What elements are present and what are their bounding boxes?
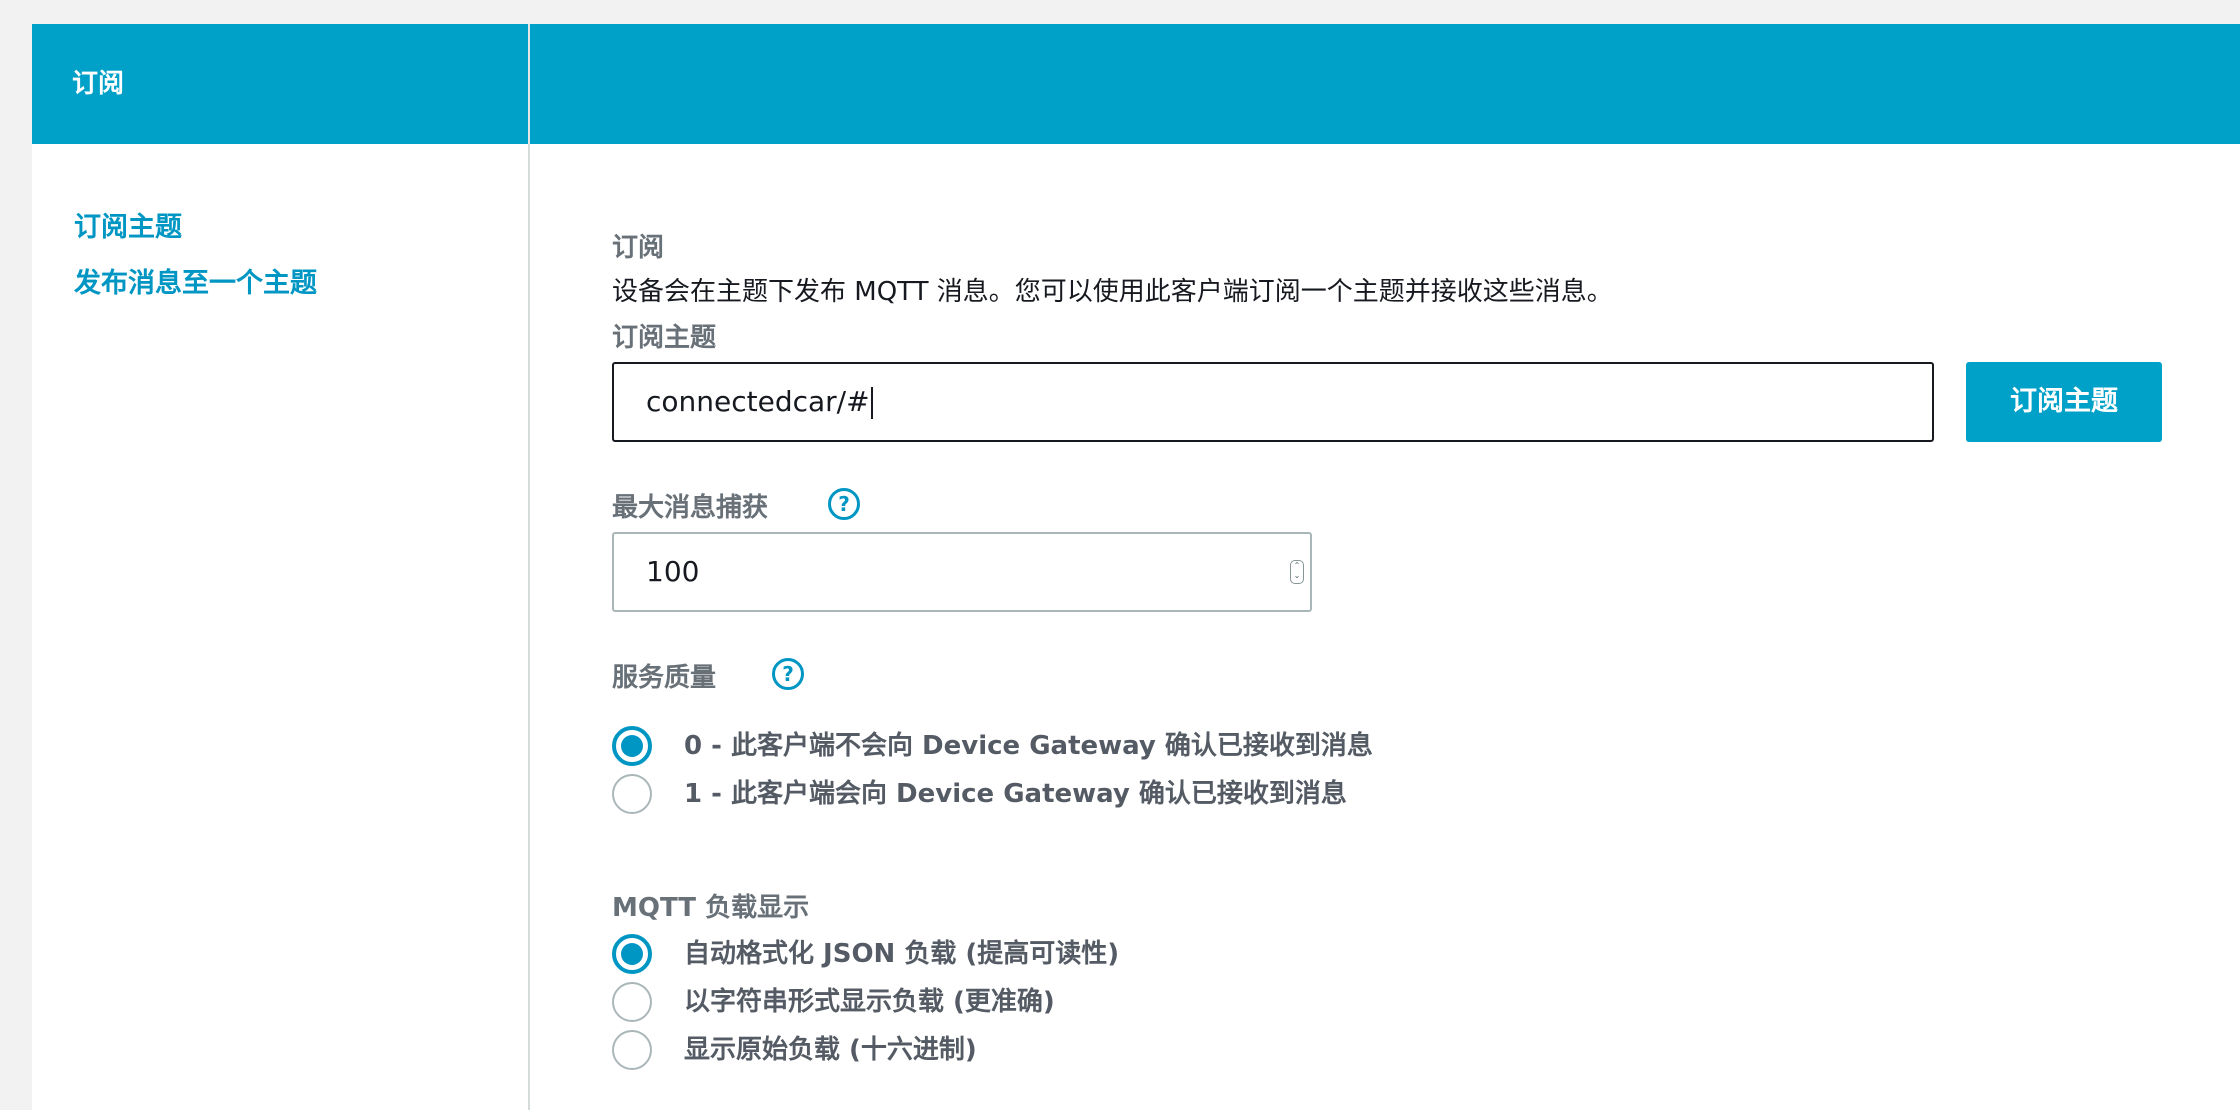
sidebar-item-subscribe-topic[interactable]: 订阅主题 [74,210,182,246]
sidebar-item-publish-topic[interactable]: 发布消息至一个主题 [74,266,317,302]
help-circle-icon[interactable]: ? [828,488,860,520]
text-caret [870,387,873,419]
header-title: 订阅 [72,69,125,99]
qos-label: 服务质量 [612,663,717,693]
section-title: 订阅 [612,233,665,263]
section-description: 设备会在主题下发布 MQTT 消息。您可以使用此客户端订阅一个主题并接收这些消息… [612,277,1613,307]
qos-0-label[interactable]: 0 - 此客户端不会向 Device Gateway 确认已接收到消息 [684,728,1373,764]
main-content: 订阅 设备会在主题下发布 MQTT 消息。您可以使用此客户端订阅一个主题并接收这… [530,144,2240,1110]
subscribe-topic-button[interactable]: 订阅主题 [1966,362,2162,442]
max-capture-value: 100 [646,555,700,588]
qos-1-radio[interactable] [612,774,652,814]
header-bar: 订阅 [32,24,2240,144]
qos-0-radio[interactable] [612,726,652,766]
topic-input[interactable]: connectedcar/# [612,362,1934,442]
number-stepper-icon[interactable]: ⌃ ⌄ [1290,560,1304,584]
payload-hex-label[interactable]: 显示原始负载 (十六进制) [684,1032,977,1068]
qos-1-label[interactable]: 1 - 此客户端会向 Device Gateway 确认已接收到消息 [684,776,1347,812]
header-left-panel: 订阅 [32,24,530,144]
payload-json-label[interactable]: 自动格式化 JSON 负载 (提高可读性) [684,936,1119,972]
max-capture-label: 最大消息捕获 [612,493,769,523]
payload-json-radio[interactable] [612,934,652,974]
app-window: 订阅 订阅主题 发布消息至一个主题 订阅 设备会在主题下发布 MQTT 消息。您… [32,24,2240,1110]
payload-string-radio[interactable] [612,982,652,1022]
help-circle-icon[interactable]: ? [772,658,804,690]
max-capture-input[interactable]: 100 ⌃ ⌄ [612,532,1312,612]
topic-field-label: 订阅主题 [612,323,717,353]
sidebar: 订阅主题 发布消息至一个主题 [32,144,530,1110]
payload-hex-radio[interactable] [612,1030,652,1070]
topic-input-value: connectedcar/# [646,385,870,418]
payload-string-label[interactable]: 以字符串形式显示负载 (更准确) [684,984,1055,1020]
payload-display-label: MQTT 负载显示 [612,893,810,923]
